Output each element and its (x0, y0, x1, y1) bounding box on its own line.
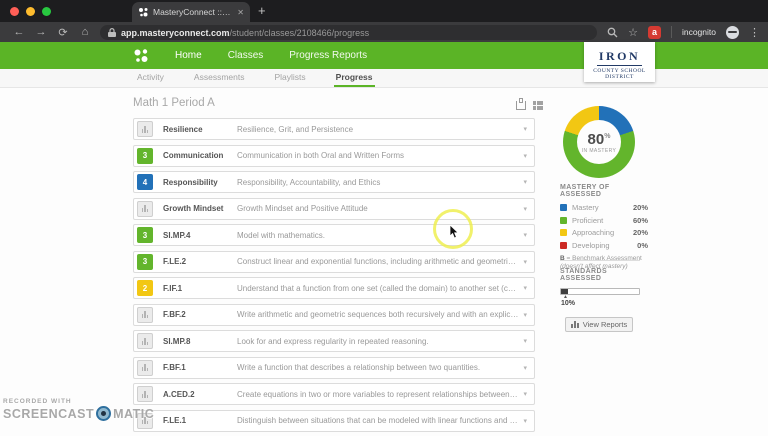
search-icon[interactable] (607, 27, 618, 38)
screencast-watermark: RECORDED WITH SCREENCAST MATIC (3, 398, 154, 421)
tab-activity[interactable]: Activity (135, 69, 166, 87)
mastery-percent: 80% (588, 130, 611, 147)
mastery-donut-label: IN MASTERY (582, 148, 616, 154)
tab-assessments[interactable]: Assessments (192, 69, 247, 87)
mastery-swatch (560, 204, 567, 211)
bar-chart-badge-icon (137, 307, 153, 323)
url-domain: app.masteryconnect.com (121, 28, 230, 38)
standard-row-responsibility[interactable]: 4 Responsibility Responsibility, Account… (133, 171, 535, 193)
district-logo: IRON COUNTY SCHOOL DISTRICT (584, 42, 655, 82)
legend-item-approaching: Approaching 20% (560, 228, 648, 237)
screencast-o-matic-logo-icon (96, 406, 111, 421)
score-badge: 3 (137, 227, 153, 243)
score-badge: 2 (137, 280, 153, 296)
chevron-down-icon[interactable]: ▾ (523, 337, 527, 345)
window-zoom-button[interactable] (42, 7, 51, 16)
standard-row-fle1[interactable]: F.LE.1 Distinguish between situations th… (133, 410, 535, 432)
chevron-down-icon[interactable]: ▾ (523, 178, 527, 186)
view-reports-button[interactable]: View Reports (565, 317, 633, 332)
bar-chart-badge-icon (137, 360, 153, 376)
bookmark-star-icon[interactable]: ☆ (628, 26, 638, 39)
standards-assessed-title: STANDARDS ASSESSED (560, 268, 642, 282)
standards-assessed-percent: 10% (561, 300, 642, 307)
print-icon[interactable] (516, 101, 526, 110)
standard-row-fbf1[interactable]: F.BF.1 Write a function that describes a… (133, 357, 535, 379)
legend-item-proficient: Proficient 60% (560, 216, 648, 225)
standard-row-growth-mindset[interactable]: Growth Mindset Growth Mindset and Positi… (133, 198, 535, 220)
lock-icon (108, 28, 116, 37)
nav-home[interactable]: Home (175, 50, 202, 61)
district-name: IRON (597, 49, 642, 66)
tab-close-icon[interactable]: ✕ (237, 8, 244, 17)
grid-view-icon[interactable] (533, 101, 543, 110)
standards-list: Resilience Resilience, Grit, and Persist… (133, 118, 535, 436)
mastery-legend: MASTERY OF ASSESSED Mastery 20% Proficie… (560, 184, 648, 271)
masteryconnect-logo-icon[interactable] (133, 48, 149, 64)
score-badge: 4 (137, 174, 153, 190)
browser-menu-icon[interactable]: ⋮ (749, 26, 760, 39)
standard-row-resilience[interactable]: Resilience Resilience, Grit, and Persist… (133, 118, 535, 140)
sidebar-divider (560, 260, 640, 261)
standard-row-fle2[interactable]: 3 F.LE.2 Construct linear and exponentia… (133, 251, 535, 273)
developing-swatch (560, 242, 567, 249)
chevron-down-icon[interactable]: ▾ (523, 231, 527, 239)
back-icon[interactable]: ← (8, 26, 30, 38)
score-badge: 3 (137, 254, 153, 270)
legend-item-developing: Developing 0% (560, 241, 648, 250)
chevron-down-icon[interactable]: ▾ (523, 311, 527, 319)
standard-row-simp4[interactable]: 3 SI.MP.4 Model with mathematics. ▾ (133, 224, 535, 246)
approaching-swatch (560, 229, 567, 236)
window-minimize-button[interactable] (26, 7, 35, 16)
standard-row-communication[interactable]: 3 Communication Communication in both Or… (133, 145, 535, 167)
new-tab-button[interactable]: + (258, 3, 266, 18)
standard-row-aced2[interactable]: A.CED.2 Create equations in two or more … (133, 383, 535, 405)
chevron-down-icon[interactable]: ▾ (523, 205, 527, 213)
tab-playlists[interactable]: Playlists (272, 69, 307, 87)
legend-title: MASTERY OF ASSESSED (560, 184, 648, 198)
address-bar[interactable]: app.masteryconnect.com/student/classes/2… (100, 25, 597, 40)
url-path: /student/classes/2108466/progress (230, 28, 370, 38)
bar-chart-badge-icon (137, 333, 153, 349)
score-badge: 3 (137, 148, 153, 164)
nav-classes[interactable]: Classes (228, 50, 264, 61)
bar-chart-badge-icon (137, 121, 153, 137)
mastery-donut: 80% IN MASTERY (563, 106, 635, 178)
standards-assessed: STANDARDS ASSESSED ▲ 10% (560, 268, 642, 307)
mouse-cursor (449, 225, 460, 239)
legend-item-mastery: Mastery 20% (560, 203, 648, 212)
standard-row-simp8[interactable]: SI.MP.8 Look for and express regularity … (133, 330, 535, 352)
chevron-down-icon[interactable]: ▾ (523, 284, 527, 292)
browser-tab[interactable]: MasteryConnect :: student_po ✕ (132, 2, 250, 22)
browser-toolbar: ← → ⟳ ⌂ app.masteryconnect.com/student/c… (0, 22, 768, 42)
page-title: Math 1 Period A (133, 97, 215, 109)
chevron-down-icon[interactable]: ▾ (523, 364, 527, 372)
home-icon[interactable]: ⌂ (74, 26, 96, 38)
chevron-down-icon[interactable]: ▾ (523, 417, 527, 425)
chevron-down-icon[interactable]: ▾ (523, 125, 527, 133)
extension-icon[interactable]: a (648, 26, 661, 39)
standard-row-fbf2[interactable]: F.BF.2 Write arithmetic and geometric se… (133, 304, 535, 326)
reload-icon[interactable]: ⟳ (52, 26, 74, 39)
standards-progress-bar (560, 288, 640, 295)
bar-chart-badge-icon (137, 201, 153, 217)
report-chart-icon (571, 321, 579, 328)
toolbar-divider (671, 26, 672, 38)
incognito-icon (726, 26, 739, 39)
nav-progress-reports[interactable]: Progress Reports (289, 50, 367, 61)
proficient-swatch (560, 217, 567, 224)
chevron-down-icon[interactable]: ▾ (523, 152, 527, 160)
chevron-down-icon[interactable]: ▾ (523, 258, 527, 266)
forward-icon[interactable]: → (30, 26, 52, 38)
browser-tab-strip: MasteryConnect :: student_po ✕ + (0, 0, 768, 22)
tab-progress[interactable]: Progress (334, 69, 375, 87)
masteryconnect-favicon (138, 7, 148, 17)
standard-row-fif1[interactable]: 2 F.IF.1 Understand that a function from… (133, 277, 535, 299)
window-close-button[interactable] (10, 7, 19, 16)
incognito-label: incognito (682, 27, 716, 37)
tab-title: MasteryConnect :: student_po (153, 7, 232, 17)
chevron-down-icon[interactable]: ▾ (523, 390, 527, 398)
